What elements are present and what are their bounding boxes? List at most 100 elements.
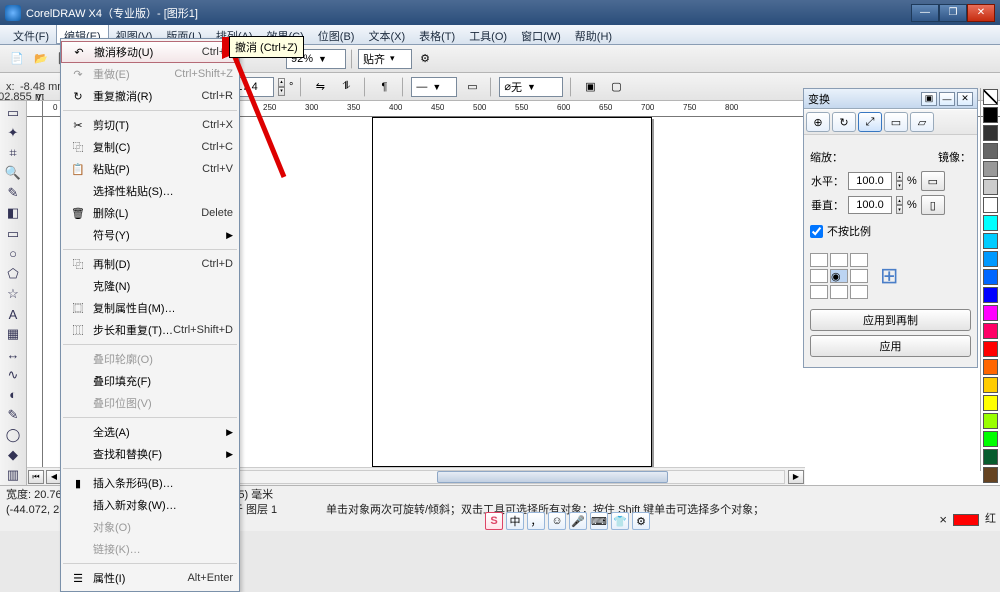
maximize-button[interactable]: ❐ — [939, 4, 967, 22]
swatch-#654321[interactable] — [983, 467, 998, 483]
basicshapes-tool[interactable]: ☆ — [2, 284, 24, 303]
freehand-tool[interactable]: ✎ — [2, 184, 24, 203]
connector-tool[interactable]: ∿ — [2, 365, 24, 384]
fill-indicator[interactable] — [953, 514, 979, 526]
swatch-#ff0[interactable] — [983, 395, 998, 411]
outline-width-combo[interactable]: ⌀ 无▼ — [499, 77, 563, 97]
ime-voice-icon[interactable]: 🎤 — [569, 512, 587, 530]
menu-窗口[interactable]: 窗口(W) — [514, 25, 568, 44]
menu-文本[interactable]: 文本(X) — [361, 25, 412, 44]
ellipse-tool[interactable]: ○ — [2, 244, 24, 263]
swatch-#fc0[interactable] — [983, 377, 998, 393]
sogou-ime-icon[interactable]: S — [485, 512, 503, 530]
swatch-#00f[interactable] — [983, 287, 998, 303]
snap-combo[interactable]: 贴齐 ▾ — [358, 49, 412, 69]
ruler-vertical[interactable] — [27, 117, 43, 485]
tab-position[interactable]: ⊕ — [806, 112, 830, 132]
swatch-#0f0[interactable] — [983, 431, 998, 447]
shape-tool[interactable]: ✦ — [2, 123, 24, 142]
swatch-#fff[interactable] — [983, 197, 998, 213]
minimize-button[interactable]: — — [911, 4, 939, 22]
swatch-#666[interactable] — [983, 143, 998, 159]
swatch-#0ff[interactable] — [983, 215, 998, 231]
ime-punct-icon[interactable]: ， — [527, 512, 545, 530]
ime-keyboard-icon[interactable]: ⌨ — [590, 512, 608, 530]
menu-item-符号Y[interactable]: 符号(Y)▶ — [61, 224, 239, 246]
anchor-grid[interactable]: ◉ — [810, 253, 868, 299]
apply-button[interactable]: 应用 — [810, 335, 971, 357]
mirror-h-icon[interactable]: ⇋ — [309, 76, 331, 98]
tab-scale[interactable]: ⤢ — [858, 112, 882, 132]
menu-item-剪切T[interactable]: ✂剪切(T)Ctrl+X — [61, 114, 239, 136]
dimension-tool[interactable]: ↔ — [2, 345, 24, 364]
zoom-tool[interactable]: 🔍 — [2, 163, 24, 182]
pick-tool[interactable]: ▭ — [2, 103, 24, 122]
wrap-icon[interactable]: ¶ — [373, 76, 395, 98]
v-spinner[interactable]: ▴▾ — [896, 196, 903, 214]
h-spinner[interactable]: ▴▾ — [896, 172, 903, 190]
swatch-#f0f[interactable] — [983, 305, 998, 321]
apply-duplicate-button[interactable]: 应用到再制 — [810, 309, 971, 331]
swatch-#f06[interactable] — [983, 323, 998, 339]
swatch-#f00[interactable] — [983, 341, 998, 357]
swatch-#000[interactable] — [983, 107, 998, 123]
options-icon[interactable]: ⚙ — [414, 48, 436, 70]
mirror-v-icon[interactable]: ⥮ — [335, 76, 357, 98]
smartfill-tool[interactable]: ◧ — [2, 204, 24, 223]
ime-emoji-icon[interactable]: ☺ — [548, 512, 566, 530]
swatch-#075c2e[interactable] — [983, 449, 998, 465]
crop-tool[interactable]: ⌗ — [2, 143, 24, 162]
menu-item-粘贴P[interactable]: 📋粘贴(P)Ctrl+V — [61, 158, 239, 180]
mirror-h-button[interactable]: ▭ — [921, 171, 945, 191]
ime-lang-icon[interactable]: 中 — [506, 512, 524, 530]
menu-item-插入新对象W[interactable]: 插入新对象(W)… — [61, 494, 239, 516]
outline-tool[interactable]: ◯ — [2, 426, 24, 445]
outline-style-combo[interactable]: —▼ — [411, 77, 457, 97]
panel-minimize-button[interactable]: — — [939, 92, 955, 106]
anchor-center[interactable]: ◉ — [830, 269, 848, 283]
menu-item-删除L[interactable]: 🗑删除(L)Delete — [61, 202, 239, 224]
menu-item-属性I[interactable]: ☰属性(I)Alt+Enter — [61, 567, 239, 589]
table-tool[interactable]: ▦ — [2, 325, 24, 344]
menu-item-叠印填充F[interactable]: 叠印填充(F) — [61, 370, 239, 392]
swatch-#f60[interactable] — [983, 359, 998, 375]
swatch-#0cf[interactable] — [983, 233, 998, 249]
menu-item-插入条形码B[interactable]: ▮插入条形码(B)… — [61, 472, 239, 494]
menu-帮助[interactable]: 帮助(H) — [568, 25, 619, 44]
menu-item-重复撤消R[interactable]: ↻重复撤消(R)Ctrl+R — [61, 85, 239, 107]
to-back-icon[interactable]: ▢ — [605, 76, 627, 98]
nonproportional-checkbox[interactable] — [810, 225, 823, 238]
swatch-#09f[interactable] — [983, 251, 998, 267]
h-scrollbar[interactable] — [205, 470, 785, 484]
menu-item-全选A[interactable]: 全选(A)▶ — [61, 421, 239, 443]
swatch-#333[interactable] — [983, 125, 998, 141]
menu-item-复制属性自M[interactable]: ⿴复制属性自(M)… — [61, 297, 239, 319]
swatch-#999[interactable] — [983, 161, 998, 177]
arrow-start-icon[interactable]: ▭ — [461, 76, 483, 98]
swatch-#ccc[interactable] — [983, 179, 998, 195]
panel-titlebar[interactable]: 变换 ▣ — ✕ — [804, 89, 977, 109]
h-scale-input[interactable] — [848, 172, 892, 190]
panel-close-button[interactable]: ✕ — [957, 92, 973, 106]
menu-item-撤消移动U[interactable]: ↶撤消移动(U)Ctrl+Z — [61, 41, 239, 63]
swatch-#9f0[interactable] — [983, 413, 998, 429]
to-front-icon[interactable]: ▣ — [579, 76, 601, 98]
menu-工具[interactable]: 工具(O) — [462, 25, 514, 44]
close-button[interactable]: ✕ — [967, 4, 995, 22]
menu-item-复制C[interactable]: ⿻复制(C)Ctrl+C — [61, 136, 239, 158]
swatch-#06f[interactable] — [983, 269, 998, 285]
menu-item-查找和替换F[interactable]: 查找和替换(F)▶ — [61, 443, 239, 465]
menu-item-选择性粘贴S[interactable]: 选择性粘贴(S)… — [61, 180, 239, 202]
open-icon[interactable]: 📂 — [30, 48, 52, 70]
tab-rotate[interactable]: ↻ — [832, 112, 856, 132]
ime-skin-icon[interactable]: 👕 — [611, 512, 629, 530]
menu-位图[interactable]: 位图(B) — [311, 25, 362, 44]
interactivefill-tool[interactable]: ▥ — [2, 466, 24, 485]
tab-size[interactable]: ▭ — [884, 112, 908, 132]
v-scale-input[interactable] — [848, 196, 892, 214]
interactive-tool[interactable]: ◐ — [2, 385, 24, 404]
text-tool[interactable]: A — [2, 305, 24, 324]
polygon-tool[interactable]: ⬠ — [2, 264, 24, 283]
fill-tool[interactable]: ◆ — [2, 446, 24, 465]
tab-skew[interactable]: ▱ — [910, 112, 934, 132]
